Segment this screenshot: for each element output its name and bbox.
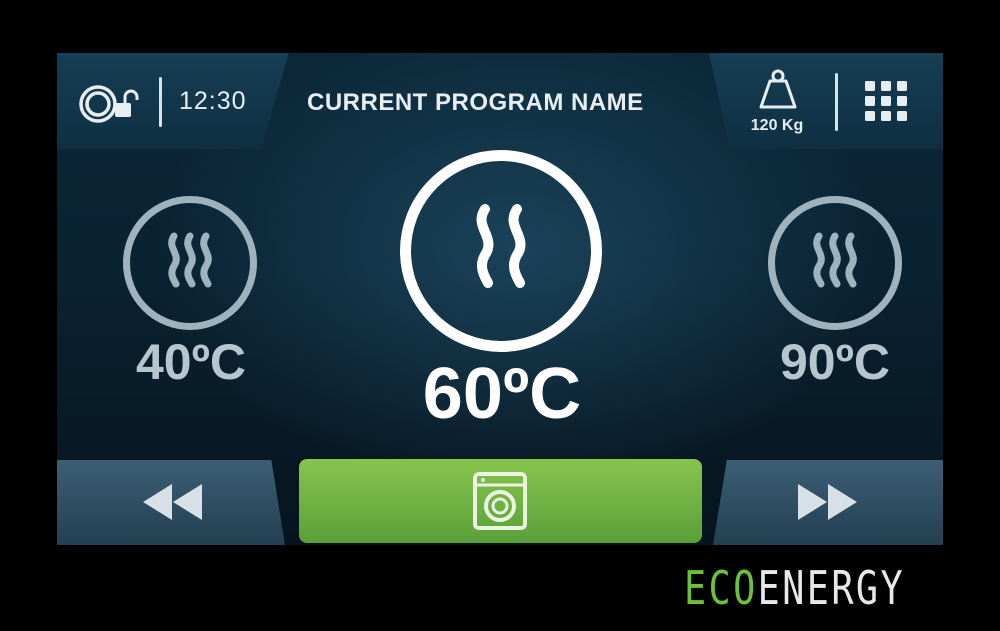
next-button[interactable]	[713, 460, 943, 545]
temp-label-center: 60ºC	[422, 354, 582, 434]
top-separator-right	[835, 73, 838, 131]
menu-grid-icon[interactable]	[865, 81, 909, 123]
clock-time: 12:30	[179, 87, 247, 115]
brand-logo: ECOENERGY	[684, 561, 905, 615]
weight-icon	[759, 69, 797, 109]
program-name: CURRENT PROGRAM NAME	[307, 89, 644, 116]
top-separator-left	[159, 77, 162, 127]
brand-energy: ENERGY	[757, 561, 906, 615]
temp-label-right: 90ºC	[780, 334, 890, 390]
steam-icon	[168, 232, 212, 288]
display-screen: 12:30 CURRENT PROGRAM NAME 120 Kg 40ºC 6…	[57, 53, 943, 545]
previous-button[interactable]	[57, 460, 285, 545]
load-weight: 120 Kg	[750, 117, 804, 134]
washing-machine-icon	[473, 472, 527, 530]
fast-forward-icon	[798, 484, 857, 520]
rewind-icon	[143, 484, 202, 520]
door-lock-open-icon[interactable]	[77, 81, 147, 127]
start-button[interactable]	[299, 459, 702, 543]
steam-icon	[476, 204, 526, 288]
brand-eco: ECO	[684, 561, 758, 615]
steam-icon	[813, 232, 857, 288]
top-bar: 12:30 CURRENT PROGRAM NAME 120 Kg	[57, 53, 943, 149]
temp-label-left: 40ºC	[136, 334, 246, 390]
